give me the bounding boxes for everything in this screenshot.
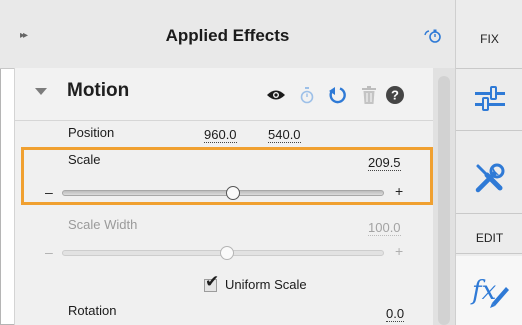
scale-width-label: Scale Width: [68, 217, 138, 232]
help-icon[interactable]: ?: [385, 85, 405, 105]
tool-rail: FIX EDIT fx: [455, 0, 522, 325]
scale-width-slider-thumb: [220, 246, 234, 260]
applied-effects-header: ▸▸ Applied Effects: [0, 0, 455, 69]
fx-effects-icon: fx: [470, 276, 509, 308]
position-y-value[interactable]: 540.0: [268, 127, 301, 143]
reset-icon[interactable]: [327, 85, 347, 105]
checkmark-icon: ✔: [205, 272, 220, 291]
fix-label: FIX: [480, 32, 499, 46]
rail-divider: [456, 130, 522, 131]
adjustments-button[interactable]: [456, 70, 522, 128]
stopwatch-icon[interactable]: [423, 28, 443, 44]
uniform-scale-label[interactable]: Uniform Scale: [225, 277, 307, 292]
scale-width-value: 100.0: [368, 220, 401, 236]
position-label: Position: [68, 125, 115, 140]
tools-wrench-screwdriver-icon: [475, 163, 504, 193]
rail-divider: [456, 213, 522, 214]
motion-title: Motion: [67, 80, 130, 101]
motion-section-header[interactable]: Motion ?: [15, 68, 433, 121]
scrollbar-thumb[interactable]: [438, 76, 450, 325]
trash-icon[interactable]: [360, 85, 378, 105]
edit-label: EDIT: [475, 231, 504, 245]
svg-text:fx: fx: [470, 276, 497, 306]
scale-width-increase-button: +: [395, 243, 404, 259]
effects-button[interactable]: fx: [456, 256, 522, 325]
rotation-value[interactable]: 0.0: [386, 306, 405, 322]
adjustments-sliders-icon: [474, 86, 505, 111]
panel-title: Applied Effects: [165, 26, 290, 45]
panel-scrollbar[interactable]: [432, 68, 455, 325]
scale-width-decrease-button: –: [45, 244, 53, 260]
scale-highlight-frame: [21, 147, 433, 205]
rail-divider: [456, 68, 522, 69]
rotation-label: Rotation: [68, 303, 117, 318]
tools-button[interactable]: [456, 149, 522, 207]
stopwatch-icon[interactable]: [299, 85, 315, 105]
rail-divider: [456, 253, 522, 254]
eye-icon[interactable]: [265, 85, 287, 105]
position-x-value[interactable]: 960.0: [204, 127, 237, 143]
svg-text:?: ?: [391, 88, 399, 103]
disclosure-triangle-icon[interactable]: [35, 88, 47, 95]
